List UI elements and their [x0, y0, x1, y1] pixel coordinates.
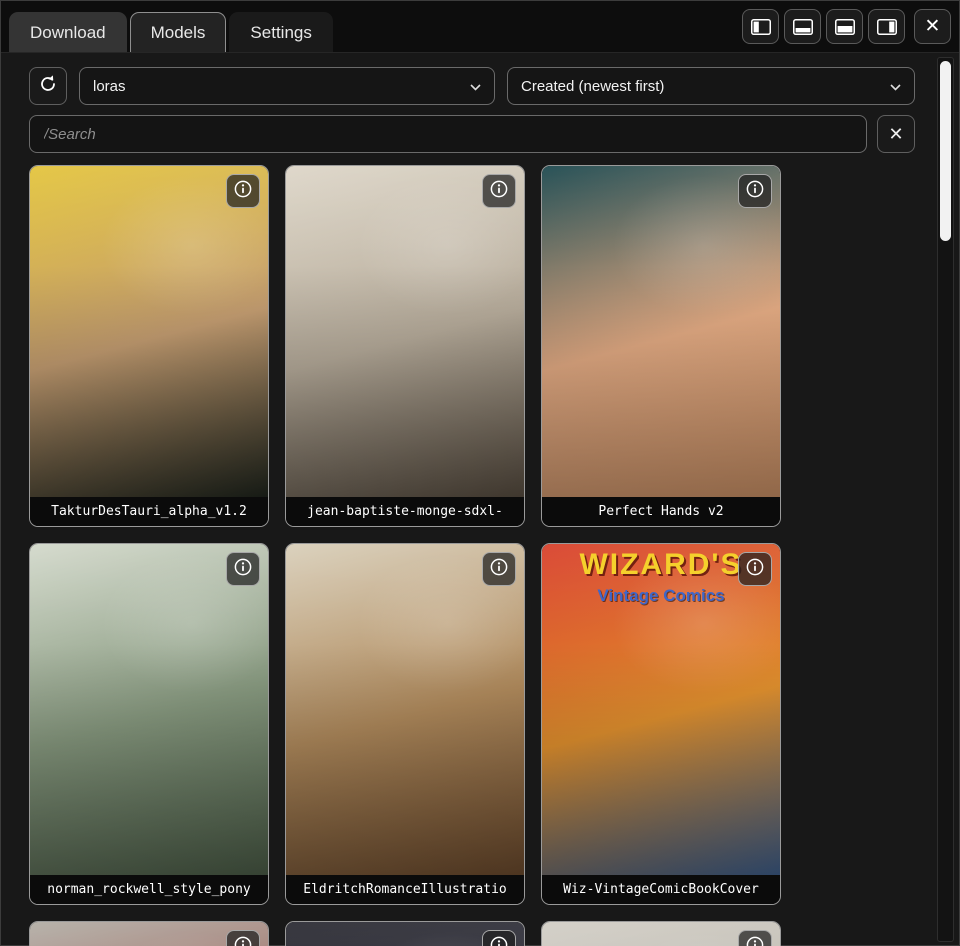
- info-icon: [233, 557, 253, 582]
- panel-left-icon: [751, 19, 771, 35]
- window-controls: ✕: [742, 9, 951, 52]
- model-thumbnail[interactable]: [286, 544, 524, 875]
- model-thumbnail[interactable]: [30, 166, 268, 497]
- info-icon: [489, 179, 509, 204]
- close-icon: ✕: [888, 124, 903, 145]
- model-thumbnail[interactable]: [542, 922, 780, 946]
- model-card[interactable]: jean-baptiste-monge-sdxl-: [285, 165, 525, 527]
- model-info-button[interactable]: [226, 930, 260, 946]
- split-bottom-large-button[interactable]: [826, 9, 863, 44]
- scrollbar-thumb[interactable]: [940, 61, 951, 241]
- toolbar: loras Created (newest first): [1, 53, 959, 105]
- model-name-label: EldritchRomanceIllustratio: [286, 875, 524, 904]
- info-icon: [745, 935, 765, 946]
- model-thumbnail[interactable]: WIZARD'S Vintage Comics: [542, 544, 780, 875]
- model-grid: TakturDesTauri_alpha_v1.2 jean-baptiste-…: [1, 153, 959, 946]
- refresh-button[interactable]: [29, 67, 67, 105]
- chevron-down-icon: [890, 78, 901, 95]
- info-icon: [233, 179, 253, 204]
- info-icon: [745, 557, 765, 582]
- info-icon: [233, 935, 253, 946]
- model-info-button[interactable]: [226, 552, 260, 586]
- model-info-button[interactable]: [482, 930, 516, 946]
- split-bottom-button[interactable]: [784, 9, 821, 44]
- sort-select[interactable]: Created (newest first): [507, 67, 915, 105]
- thumbnail-art-subtitle: Vintage Comics: [542, 586, 780, 606]
- model-info-button[interactable]: [482, 174, 516, 208]
- panel-bottom-large-icon: [835, 19, 855, 35]
- model-info-button[interactable]: [738, 552, 772, 586]
- clear-search-button[interactable]: ✕: [877, 115, 915, 153]
- model-name-label: jean-baptiste-monge-sdxl-: [286, 497, 524, 526]
- model-thumbnail[interactable]: [286, 166, 524, 497]
- model-thumbnail[interactable]: [286, 922, 524, 946]
- search-bar: ✕: [1, 105, 959, 153]
- panel-right-icon: [877, 19, 897, 35]
- model-type-select[interactable]: loras: [79, 67, 495, 105]
- tab-models[interactable]: Models: [130, 12, 227, 52]
- model-thumbnail[interactable]: [542, 166, 780, 497]
- info-icon: [489, 935, 509, 946]
- model-info-button[interactable]: [738, 930, 772, 946]
- model-card[interactable]: TakturDesTauri_alpha_v1.2: [29, 165, 269, 527]
- close-icon: ✕: [925, 15, 941, 38]
- split-right-button[interactable]: [868, 9, 905, 44]
- tab-bar: Download Models Settings: [1, 1, 959, 53]
- model-card[interactable]: Perfect Hands v2: [541, 165, 781, 527]
- model-name-label: Perfect Hands v2: [542, 497, 780, 526]
- tab-download[interactable]: Download: [9, 12, 127, 52]
- model-info-button[interactable]: [738, 174, 772, 208]
- split-left-button[interactable]: [742, 9, 779, 44]
- model-name-label: Wiz-VintageComicBookCover: [542, 875, 780, 904]
- scrollbar[interactable]: [937, 57, 954, 942]
- panel-bottom-icon: [793, 19, 813, 35]
- model-thumbnail[interactable]: [30, 544, 268, 875]
- model-card[interactable]: [541, 921, 781, 946]
- model-info-button[interactable]: [226, 174, 260, 208]
- model-card[interactable]: norman_rockwell_style_pony: [29, 543, 269, 905]
- app-window: Download Models Settings: [0, 0, 960, 946]
- chevron-down-icon: [470, 78, 481, 95]
- search-input[interactable]: [29, 115, 867, 153]
- model-card[interactable]: [285, 921, 525, 946]
- model-thumbnail[interactable]: [30, 922, 268, 946]
- model-name-label: TakturDesTauri_alpha_v1.2: [30, 497, 268, 526]
- model-card[interactable]: EldritchRomanceIllustratio: [285, 543, 525, 905]
- tab-settings[interactable]: Settings: [229, 12, 332, 52]
- model-type-value: loras: [93, 78, 126, 95]
- info-icon: [745, 179, 765, 204]
- refresh-icon: [38, 74, 58, 99]
- model-card[interactable]: [29, 921, 269, 946]
- close-button[interactable]: ✕: [914, 9, 951, 44]
- model-name-label: norman_rockwell_style_pony: [30, 875, 268, 904]
- sort-value: Created (newest first): [521, 78, 664, 95]
- model-card[interactable]: WIZARD'S Vintage Comics Wiz-VintageComic…: [541, 543, 781, 905]
- model-info-button[interactable]: [482, 552, 516, 586]
- info-icon: [489, 557, 509, 582]
